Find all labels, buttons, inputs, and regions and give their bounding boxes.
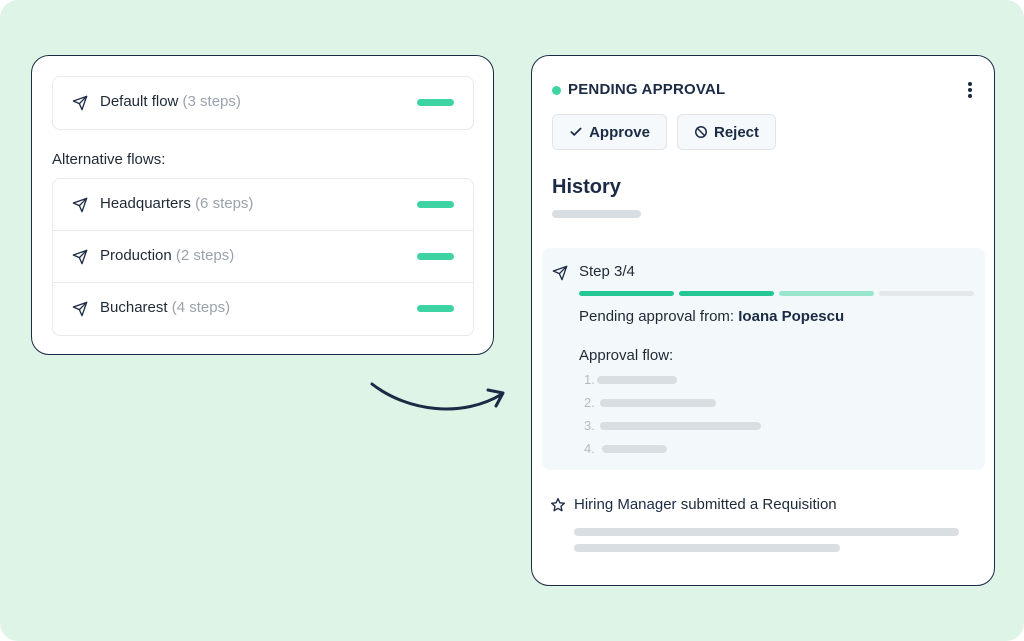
placeholder-line [574,544,840,552]
send-icon [72,95,88,111]
flow-row-default[interactable]: Default flow (3 steps) [53,77,473,129]
reject-button[interactable]: Reject [677,114,776,150]
placeholder-line [552,210,641,218]
progress-segment-2 [679,291,774,296]
placeholder-line [600,422,761,430]
history-heading: History [552,176,621,198]
placeholder-line [602,445,667,453]
check-icon [570,127,582,136]
flow-selector-card: Default flow (3 steps) Alternative flows… [31,55,494,355]
send-icon [72,249,88,265]
curved-arrow-icon [370,382,505,411]
pending-approver: Pending approval from: Ioana Popescu [579,308,845,325]
flow-steps-count: (2 steps) [175,247,235,264]
step-counter: Step 3/4 [579,263,635,280]
canvas-background: Default flow (3 steps) Alternative flows… [0,0,1024,641]
flow-row-bucharest[interactable]: Bucharest (4 steps) [53,283,473,335]
placeholder-line [600,399,716,407]
flow-steps-count: (3 steps) [182,93,241,110]
send-icon [72,197,88,213]
ban-icon [695,126,707,138]
star-icon [551,498,565,512]
flow-status-bar [417,201,454,208]
approval-flow-label: Approval flow: [579,347,674,364]
current-step-panel: Step 3/4 Pending approval from: Ioana Po… [542,248,985,470]
progress-segment-4 [879,291,974,296]
placeholder-line [597,376,677,384]
send-icon [552,265,568,281]
status-dot [552,86,561,95]
flow-steps-count: (4 steps) [171,299,231,316]
more-options-icon[interactable] [966,82,974,100]
approver-name: Ioana Popescu [738,308,845,325]
approval-step-number: 4. [584,441,595,456]
flow-name: Headquarters (6 steps) [100,195,254,212]
history-event: Hiring Manager submitted a Requisition [574,496,837,513]
approve-button-label: Approve [589,123,650,141]
send-icon [72,301,88,317]
approval-step-number: 3. [584,418,595,433]
approve-button[interactable]: Approve [552,114,667,150]
event-action: submitted a Requisition [680,496,837,513]
flow-name: Production (2 steps) [100,247,235,264]
status-label: PENDING APPROVAL [568,81,726,98]
alternative-flows-list: Headquarters (6 steps) Production (2 ste… [52,178,474,336]
flow-status-bar [417,99,454,106]
default-flow-box: Default flow (3 steps) [52,76,474,130]
flow-name: Bucharest (4 steps) [100,299,231,316]
flow-name: Default flow (3 steps) [100,93,241,110]
flow-row-headquarters[interactable]: Headquarters (6 steps) [53,179,473,231]
approval-detail-card: PENDING APPROVAL Approve Reject History … [531,55,995,586]
progress-segment-3 [779,291,874,296]
reject-button-label: Reject [713,123,760,141]
approval-step-number: 1. [584,372,595,387]
progress-segment-1 [579,291,674,296]
flow-status-bar [417,305,454,312]
approval-step-number: 2. [584,395,595,410]
flow-row-production[interactable]: Production (2 steps) [53,231,473,283]
flow-status-bar [417,253,454,260]
event-actor: Hiring Manager [574,496,677,513]
alternative-flows-label: Alternative flows: [52,151,166,168]
flow-steps-count: (6 steps) [195,195,254,212]
placeholder-line [574,528,959,536]
